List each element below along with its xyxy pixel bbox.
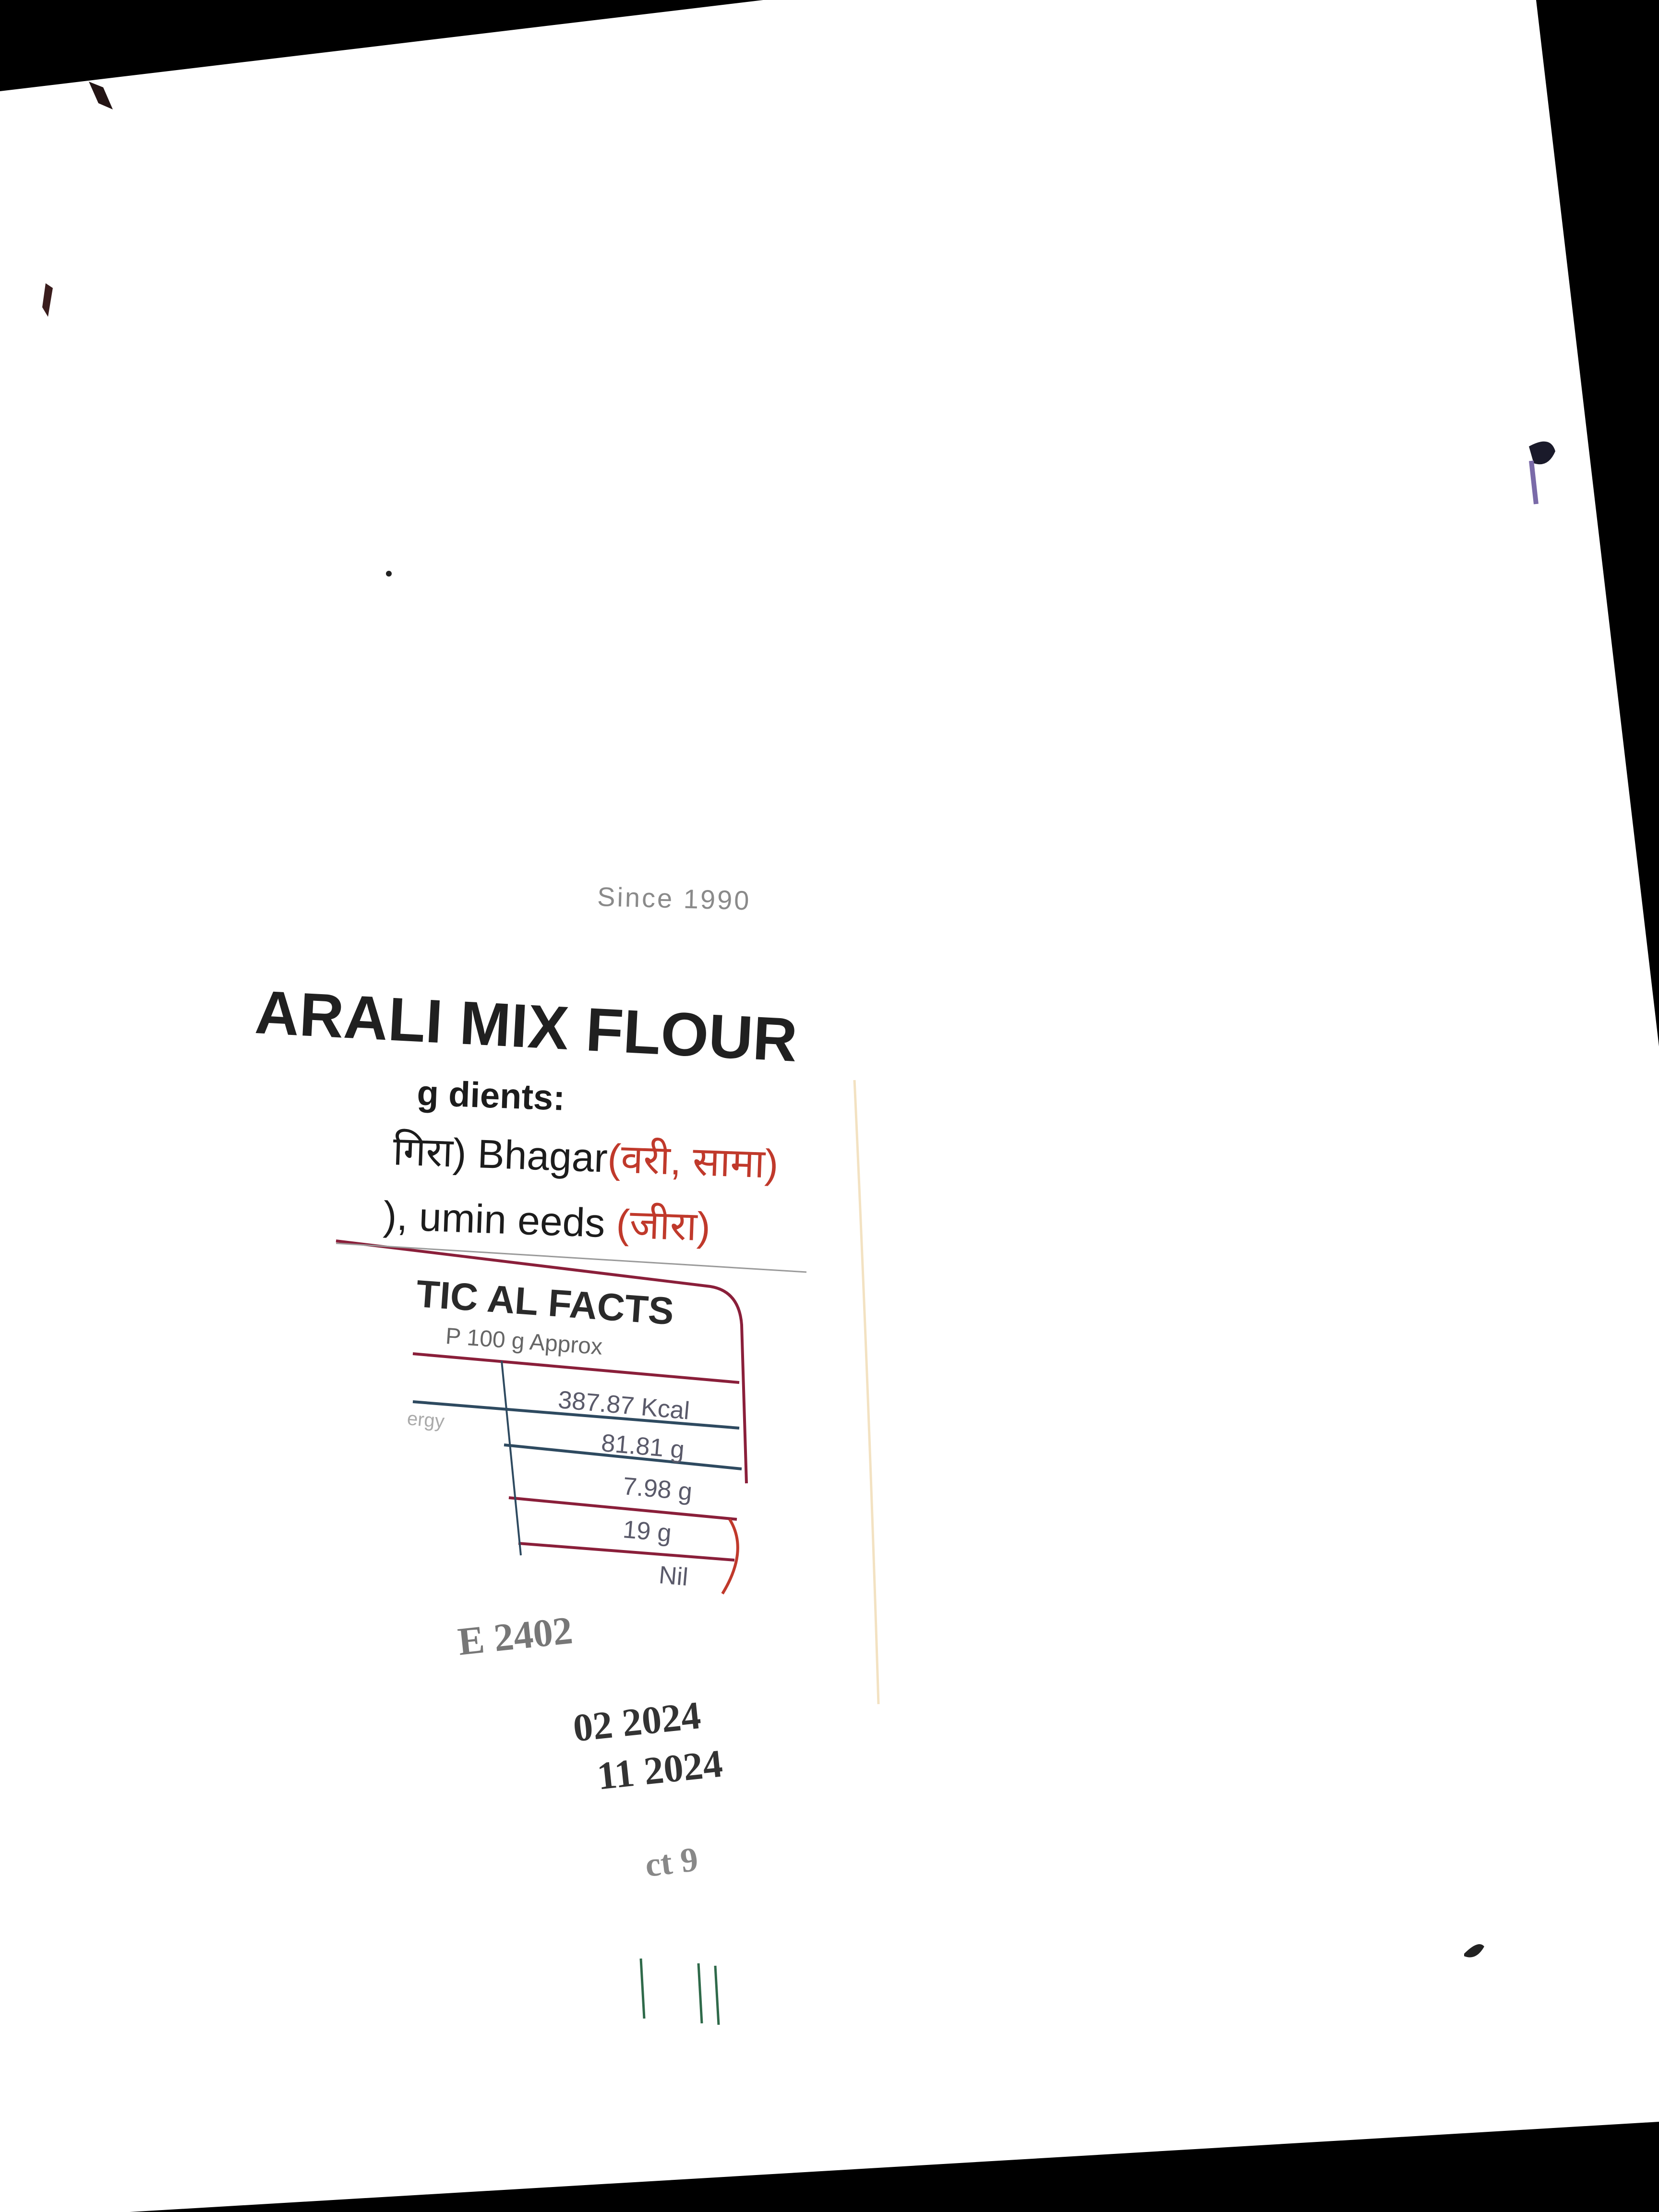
ingredient-line-1-a: गिरा) Bhagar [392, 1128, 609, 1181]
ingredient-line-2-b: (जीरा) [615, 1201, 711, 1250]
nutrition-value: 19 g [622, 1515, 673, 1548]
nutrition-value: Nil [658, 1561, 689, 1592]
paper-shape [0, 0, 1659, 2212]
ingredients-heading: g dients: [416, 1073, 566, 1118]
photo-scene: Since 1990 ARALI MIX FLOUR g dients: गिर… [0, 0, 1659, 2212]
speck-small [386, 571, 392, 577]
paper-sheet [0, 0, 1659, 2212]
price-text: ct 9 [643, 1839, 700, 1885]
ingredient-line-2: ), umin eeds (जीरा) [382, 1193, 711, 1250]
ingredient-line-2-a: ), umin eeds [382, 1193, 617, 1246]
nutrition-value: 7.98 g [622, 1472, 694, 1506]
nutrition-row-label: ergy [406, 1408, 445, 1432]
ingredient-line-1-b: (वरी, सामा) [606, 1135, 779, 1187]
nutrition-value: 81.81 g [600, 1429, 686, 1464]
since-text: Since 1990 [597, 881, 752, 916]
